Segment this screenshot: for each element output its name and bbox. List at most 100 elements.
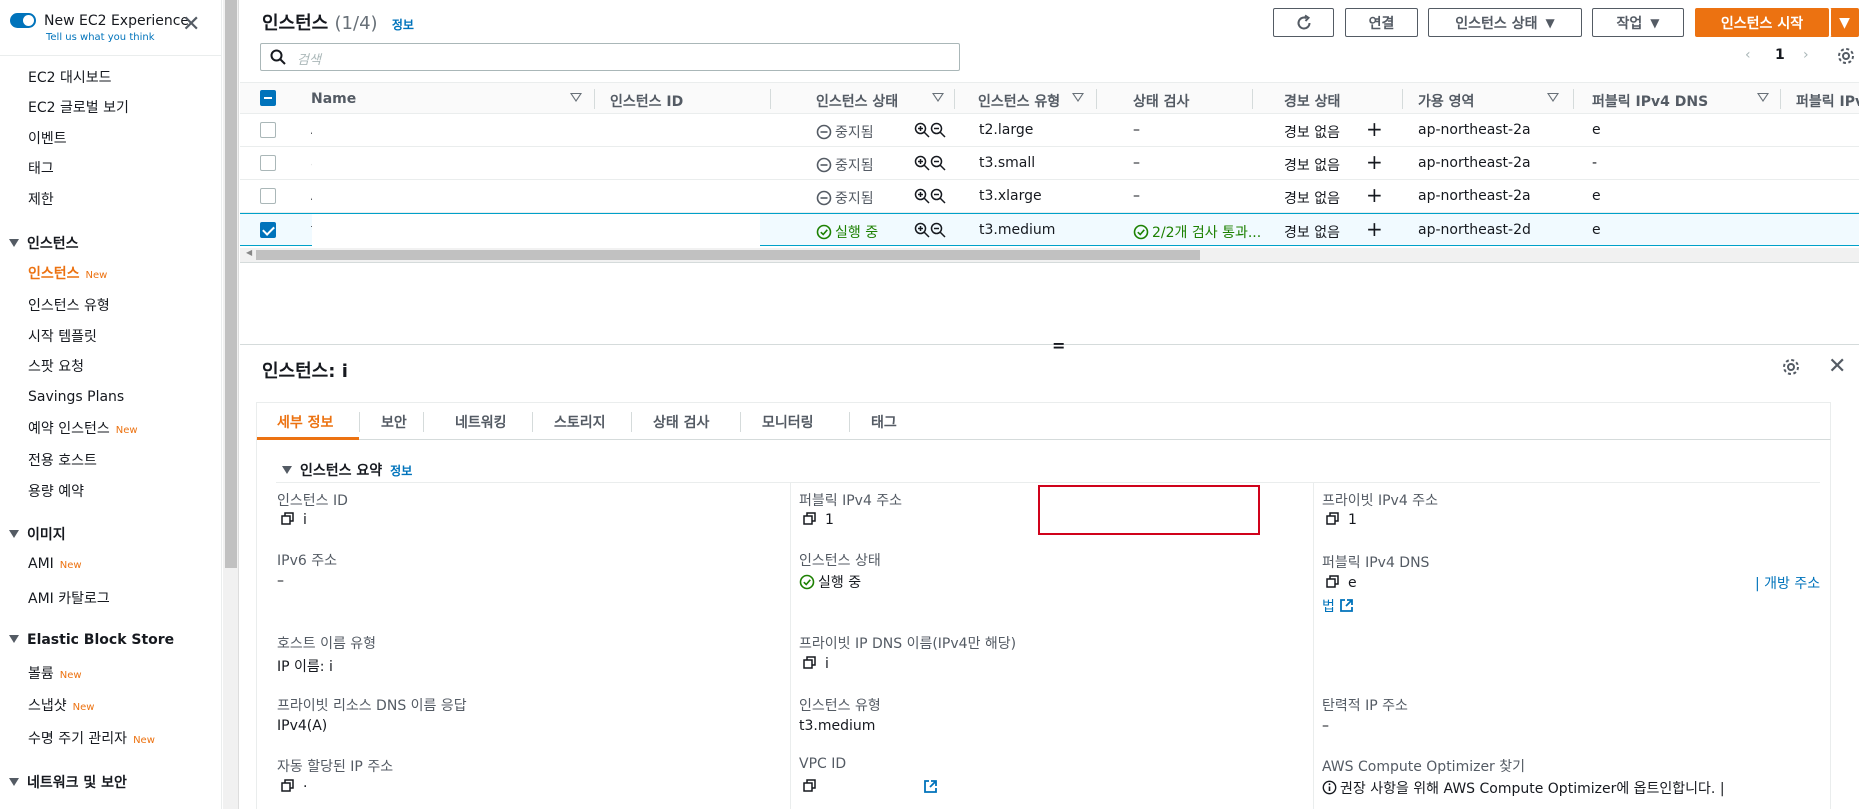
sidebar-item-launch-templates[interactable]: 시작 템플릿 [28, 326, 97, 346]
launch-instance-button[interactable]: 인스턴스 시작 [1695, 8, 1829, 37]
column-divider[interactable] [1573, 89, 1574, 109]
column-divider[interactable] [1402, 89, 1403, 109]
copy-icon[interactable] [281, 512, 295, 530]
new-experience-toggle[interactable] [10, 13, 36, 28]
next-page-icon[interactable]: › [1803, 47, 1809, 63]
column-divider[interactable] [1780, 89, 1781, 109]
close-icon[interactable]: ✕ [182, 14, 200, 36]
add-alarm-icon[interactable]: + [1366, 150, 1383, 174]
sidebar-item-instance-types[interactable]: 인스턴스 유형 [28, 295, 110, 315]
gear-icon[interactable] [1782, 358, 1800, 376]
copy-icon[interactable] [1326, 575, 1340, 593]
sidebar-item-instances[interactable]: 인스턴스 New [28, 263, 107, 283]
zoom-icons[interactable] [914, 122, 946, 142]
sort-icon[interactable] [1072, 93, 1084, 102]
gear-icon[interactable] [1837, 47, 1855, 65]
table-row[interactable]: A 중지됨 t2.large – 경보 없음 + ap-northeast-2a… [240, 114, 1859, 147]
sidebar-item-limits[interactable]: 제한 [28, 189, 54, 209]
zoom-in-icon[interactable] [914, 188, 930, 204]
row-checkbox[interactable] [260, 155, 276, 171]
add-alarm-icon[interactable]: + [1366, 117, 1383, 141]
table-row[interactable]: A 중지됨 t3.xlarge – 경보 없음 + ap-northeast-2… [240, 180, 1859, 213]
split-divider[interactable] [240, 344, 1859, 348]
info-link[interactable]: 정보 [390, 464, 412, 478]
sidebar-item-events[interactable]: 이벤트 [28, 128, 67, 148]
sidebar-item-ami-catalog[interactable]: AMI 카탈로그 [28, 588, 110, 608]
sidebar-item-volumes[interactable]: 볼륨 New [28, 663, 82, 683]
zoom-in-icon[interactable] [914, 222, 930, 238]
tab-status-checks[interactable]: 상태 검사 [653, 412, 709, 432]
copy-icon[interactable] [1326, 512, 1340, 530]
sidebar-section-ebs[interactable]: Elastic Block Store [9, 632, 174, 648]
vpc-id-value[interactable] [803, 779, 825, 797]
zoom-out-icon[interactable] [930, 155, 946, 171]
sort-icon[interactable] [1757, 93, 1769, 102]
tab-tags[interactable]: 태그 [871, 412, 897, 432]
instance-state-button[interactable]: 인스턴스 상태 ▼ [1428, 8, 1582, 37]
table-row-selected[interactable]: f 실행 중 t3.medium 2/2개 검사 통과... 경보 없음 + a… [240, 213, 1859, 246]
actions-button[interactable]: 작업 ▼ [1592, 8, 1684, 37]
close-icon[interactable]: ✕ [1828, 356, 1846, 378]
column-instance-id[interactable]: 인스턴스 ID [610, 91, 683, 111]
sidebar-section-network[interactable]: 네트워크 및 보안 [9, 772, 127, 792]
copy-icon[interactable] [281, 779, 295, 797]
scrollbar-thumb[interactable] [225, 0, 237, 568]
sidebar-section-instances[interactable]: 인스턴스 [9, 233, 79, 253]
zoom-in-icon[interactable] [914, 155, 930, 171]
sidebar-item-ami[interactable]: AMI New [28, 556, 82, 572]
private-dns-value[interactable]: i [803, 656, 829, 674]
tab-networking[interactable]: 네트워킹 [455, 412, 507, 432]
info-link[interactable]: 정보 [392, 18, 414, 32]
refresh-button[interactable] [1273, 8, 1334, 37]
column-public-ip[interactable]: 퍼블릭 IPv [1796, 91, 1859, 111]
column-status-check[interactable]: 상태 검사 [1133, 91, 1189, 111]
open-address-link-continued[interactable]: 법 [1322, 596, 1354, 616]
sort-icon[interactable] [932, 93, 944, 102]
prev-page-icon[interactable]: ‹ [1745, 47, 1751, 63]
search-input[interactable]: 검색 [260, 43, 960, 71]
column-divider[interactable] [954, 89, 955, 109]
sidebar-item-snapshots[interactable]: 스냅샷 New [28, 695, 94, 715]
drag-handle-icon[interactable]: = [1052, 336, 1065, 355]
launch-dropdown-button[interactable]: ▼ [1830, 8, 1859, 37]
scrollbar-thumb[interactable] [256, 250, 1200, 260]
page-number[interactable]: 1 [1775, 47, 1785, 63]
tab-security[interactable]: 보안 [381, 412, 407, 432]
sort-icon[interactable] [1547, 93, 1559, 102]
row-checkbox[interactable] [260, 222, 276, 238]
row-checkbox[interactable] [260, 122, 276, 138]
column-divider[interactable] [770, 89, 771, 109]
sidebar-scrollbar[interactable] [223, 0, 239, 809]
copy-icon[interactable] [803, 779, 817, 797]
sidebar-item-reserved-instances[interactable]: 예약 인스턴스 New [28, 418, 138, 438]
sidebar-item-dashboard[interactable]: EC2 대시보드 [28, 67, 112, 87]
tab-details[interactable]: 세부 정보 [277, 412, 333, 432]
zoom-icons[interactable] [914, 188, 946, 208]
sidebar-item-savings-plans[interactable]: Savings Plans [28, 389, 124, 405]
row-checkbox[interactable] [260, 188, 276, 204]
instance-id-value[interactable]: i [281, 512, 307, 530]
column-instance-type[interactable]: 인스턴스 유형 [978, 91, 1060, 111]
column-availability-zone[interactable]: 가용 영역 [1418, 91, 1474, 111]
sidebar-item-spot-requests[interactable]: 스팟 요청 [28, 356, 84, 376]
column-alarm-status[interactable]: 경보 상태 [1284, 91, 1340, 111]
select-all-checkbox[interactable] [260, 90, 276, 106]
scroll-left-icon[interactable]: ◀ [246, 248, 252, 257]
auto-ip-value[interactable]: · [281, 779, 307, 797]
connect-button[interactable]: 연결 [1345, 8, 1418, 37]
tab-storage[interactable]: 스토리지 [554, 412, 606, 432]
open-address-link[interactable]: | 개방 주소 [1755, 573, 1820, 593]
column-divider[interactable] [594, 89, 595, 109]
sidebar-item-tags[interactable]: 태그 [28, 158, 54, 178]
add-alarm-icon[interactable]: + [1366, 217, 1383, 241]
public-dns-value[interactable]: e [1326, 575, 1357, 593]
sidebar-item-capacity-reservations[interactable]: 용량 예약 [28, 481, 84, 501]
sidebar-item-dedicated-hosts[interactable]: 전용 호스트 [28, 450, 97, 470]
sidebar-item-lifecycle-manager[interactable]: 수명 주기 관리자 New [28, 728, 155, 748]
table-row[interactable]: a 중지됨 t3.small – 경보 없음 + ap-northeast-2a… [240, 147, 1859, 180]
external-link-icon[interactable] [923, 779, 938, 794]
sort-icon[interactable] [570, 93, 582, 102]
horizontal-scrollbar[interactable]: ◀ [240, 248, 1859, 262]
zoom-icons[interactable] [914, 222, 946, 242]
column-divider[interactable] [1096, 89, 1097, 109]
